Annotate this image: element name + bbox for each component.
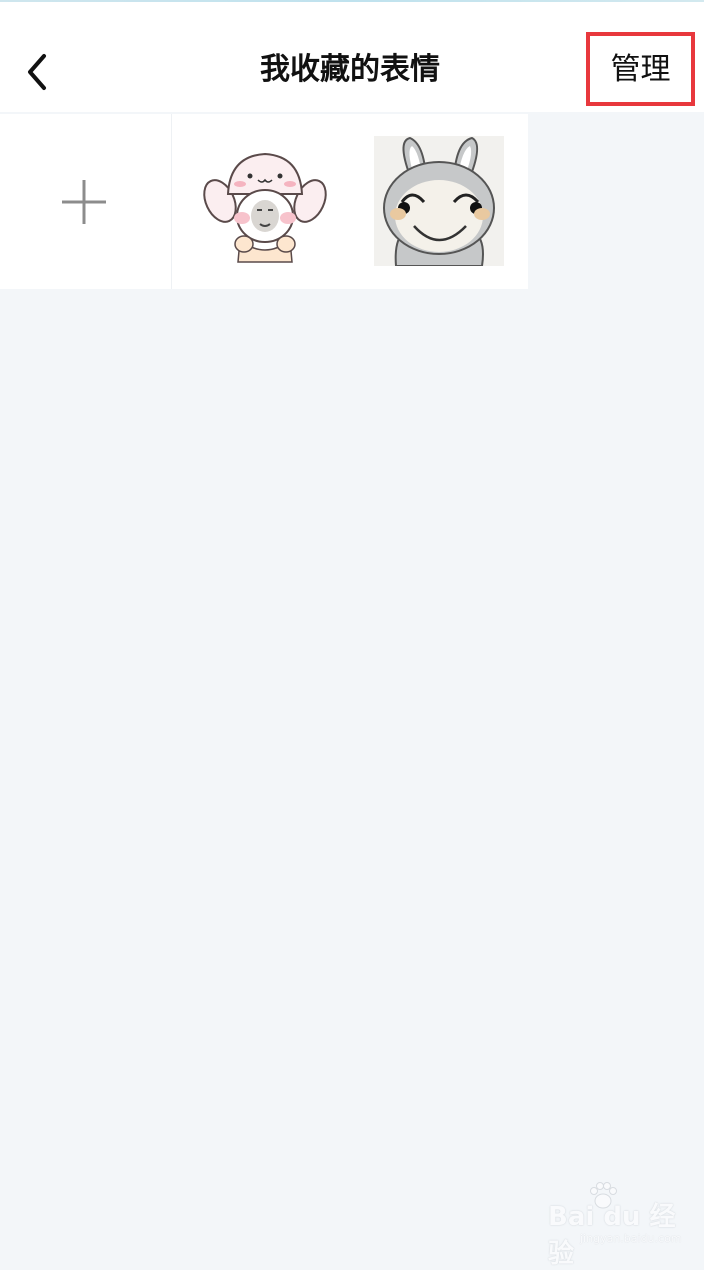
plus-icon <box>62 180 106 224</box>
bunny-hat-meme-face-sticker[interactable] <box>200 136 330 266</box>
chevron-left-icon <box>28 54 46 90</box>
bunny-hat-meme-face-image <box>203 152 327 263</box>
grey-bunny-smiling-sticker[interactable] <box>374 136 504 267</box>
favorite-stickers-grid <box>0 114 528 289</box>
grey-bunny-smiling-image <box>383 136 495 267</box>
manage-button[interactable]: 管理 <box>586 32 695 106</box>
manage-button-label: 管理 <box>610 52 671 87</box>
page-title: 我收藏的表情 <box>260 52 440 87</box>
watermark-url: jingyan.baidu.com <box>580 1232 682 1245</box>
add-sticker-button[interactable] <box>0 114 172 289</box>
top-nav-bar: 我收藏的表情 管理 <box>0 2 704 112</box>
back-button[interactable] <box>18 50 58 94</box>
baidu-jingyan-watermark: Bai du 经验 jingyan.baidu.com <box>540 1180 700 1269</box>
